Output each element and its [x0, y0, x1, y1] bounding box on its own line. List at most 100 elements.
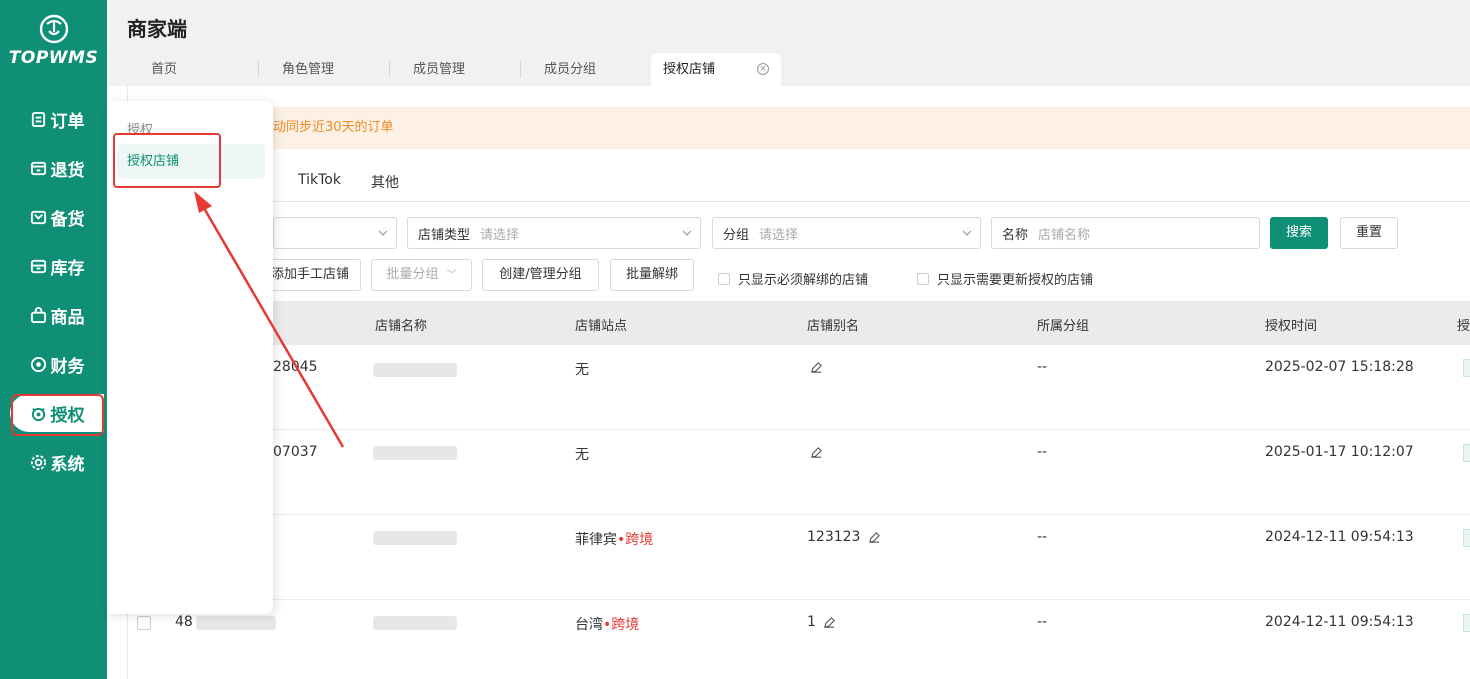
chevron-down-icon: [962, 230, 972, 236]
status-badge: [1463, 529, 1470, 547]
store-type-select[interactable]: 店铺类型 请选择: [407, 217, 701, 249]
alias-text: 123123: [807, 529, 861, 545]
store-id: 07037: [273, 444, 318, 460]
auth-time: 2024-12-11 09:54:13: [1265, 614, 1414, 630]
column-header[interactable]: 店铺站点: [575, 315, 627, 334]
status-badge: [1463, 359, 1470, 377]
column-header[interactable]: 所属分组: [1037, 315, 1089, 334]
auth-time: 2025-01-17 10:12:07: [1265, 444, 1414, 460]
tab-role-management[interactable]: 角色管理: [258, 53, 389, 86]
annotation-highlight-authorize: [11, 394, 104, 436]
store-alias: 1: [807, 614, 836, 630]
table-row[interactable]: 07037 无 -- 2025-01-17 10:12:07: [128, 430, 1470, 515]
status-badge: [1463, 614, 1470, 632]
chevron-down-icon: [378, 230, 388, 236]
checkbox-label: 只显示必须解绑的店铺: [738, 273, 869, 288]
store-group: --: [1037, 444, 1048, 460]
sidebar-item-orders[interactable]: 订单: [10, 100, 104, 138]
row-checkbox[interactable]: [137, 616, 151, 630]
sidebar-item-products[interactable]: 商品: [10, 296, 104, 334]
sidebar-item-label: 备货: [50, 209, 85, 230]
tab-home[interactable]: 首页: [127, 53, 258, 86]
tab-member-groups[interactable]: 成员分组: [520, 53, 651, 86]
create-manage-group-button[interactable]: 创建/管理分组: [482, 259, 599, 291]
redacted-store-name: [373, 446, 457, 460]
chevron-down-icon: [682, 230, 692, 236]
header: 商家端 首页 角色管理 成员管理 成员分组 授权店铺 ×: [107, 0, 1470, 86]
group-placeholder: 请选择: [759, 227, 799, 243]
store-id: 48: [175, 614, 193, 630]
redacted-store-name: [373, 363, 457, 377]
redacted-store-name: [373, 531, 457, 545]
column-header-status: 授: [1457, 319, 1470, 334]
notice-banner: 动同步近30天的订单: [128, 107, 1470, 149]
column-header[interactable]: 店铺别名: [807, 315, 859, 334]
store-group: --: [1037, 614, 1048, 630]
column-header[interactable]: 授权时间: [1265, 315, 1317, 334]
edit-icon[interactable]: [868, 531, 881, 544]
chevron-down-icon: ﹀: [446, 270, 457, 281]
store-site: 无: [575, 447, 589, 463]
edit-icon[interactable]: [810, 446, 823, 459]
cross-border-tag: 跨境: [625, 532, 654, 548]
sidebar-item-label: 财务: [50, 356, 85, 377]
logo: TOPWMS: [0, 14, 107, 68]
group-label: 分组: [723, 227, 750, 243]
group-select[interactable]: 分组 请选择: [712, 217, 981, 249]
sidebar-item-label: 订单: [50, 111, 85, 132]
checkbox-icon: [718, 272, 730, 285]
reset-button[interactable]: 重置: [1340, 217, 1398, 249]
alias-text: 1: [807, 614, 816, 630]
table-row[interactable]: 48 台湾•跨境 1 -- 2024-12-11 09:54:13: [128, 600, 1470, 679]
only-must-unbind-checkbox[interactable]: 只显示必须解绑的店铺: [718, 269, 868, 288]
tab-tiktok[interactable]: TikTok: [298, 172, 341, 192]
column-header[interactable]: 店铺名称: [375, 315, 427, 334]
brand-name: TOPWMS: [8, 48, 99, 68]
sidebar-item-label: 商品: [50, 307, 85, 328]
stock-prep-icon: [30, 210, 46, 224]
site-name: 台湾: [575, 617, 603, 633]
tab-bar: 首页 角色管理 成员管理 成员分组 授权店铺 ×: [127, 53, 781, 86]
only-need-update-checkbox[interactable]: 只显示需要更新授权的店铺: [917, 269, 1093, 288]
tab-label: 授权店铺: [663, 62, 716, 77]
sidebar-item-system[interactable]: 系统: [10, 443, 104, 481]
tab-member-management[interactable]: 成员管理: [389, 53, 520, 86]
batch-group-label: 批量分组: [386, 267, 439, 282]
table-header: 店铺名称 店铺站点 店铺别名 所属分组 授权时间 授: [128, 301, 1470, 345]
checkbox-icon: [917, 272, 929, 285]
sidebar-item-label: 退货: [50, 160, 85, 181]
finance-icon: [30, 356, 46, 372]
tab-other[interactable]: 其他: [371, 172, 399, 192]
platform-tabs: TikTok 其他: [298, 172, 429, 192]
table-row[interactable]: 菲律宾•跨境 123123 -- 2024-12-11 09:54:13: [128, 515, 1470, 600]
gear-icon: [30, 454, 46, 470]
auth-time: 2024-12-11 09:54:13: [1265, 529, 1414, 545]
sidebar-item-finance[interactable]: 财务: [10, 345, 104, 383]
tab-authorized-stores[interactable]: 授权店铺 ×: [651, 53, 781, 86]
name-placeholder: 店铺名称: [1038, 227, 1091, 243]
auth-time: 2025-02-07 15:18:28: [1265, 359, 1414, 375]
sidebar-item-returns[interactable]: 退货: [10, 149, 104, 187]
name-label: 名称: [1002, 227, 1029, 243]
edit-icon[interactable]: [823, 616, 836, 629]
store-site: 菲律宾•跨境: [575, 529, 653, 549]
page-title: 商家端: [127, 17, 187, 41]
store-type-label: 店铺类型: [418, 227, 471, 243]
edit-icon[interactable]: [810, 361, 823, 374]
sidebar-item-label: 库存: [50, 258, 85, 279]
table-row[interactable]: 28045 无 -- 2025-02-07 15:18:28: [128, 345, 1470, 430]
sidebar-item-label: 系统: [50, 454, 85, 475]
batch-unbind-button[interactable]: 批量解绑: [610, 259, 694, 291]
batch-group-button[interactable]: 批量分组 ﹀: [371, 259, 472, 291]
inventory-icon: [30, 259, 46, 273]
store-site: 台湾•跨境: [575, 614, 639, 634]
site-name: 菲律宾: [575, 532, 617, 548]
close-icon[interactable]: ×: [757, 63, 769, 75]
platform-select[interactable]: [273, 217, 397, 249]
sidebar-item-inventory[interactable]: 库存: [10, 247, 104, 285]
order-icon: [31, 111, 45, 127]
sidebar-item-stock-prep[interactable]: 备货: [10, 198, 104, 236]
store-name-input[interactable]: 名称 店铺名称: [991, 217, 1260, 249]
store-type-placeholder: 请选择: [480, 227, 520, 243]
search-button[interactable]: 搜索: [1270, 217, 1328, 249]
